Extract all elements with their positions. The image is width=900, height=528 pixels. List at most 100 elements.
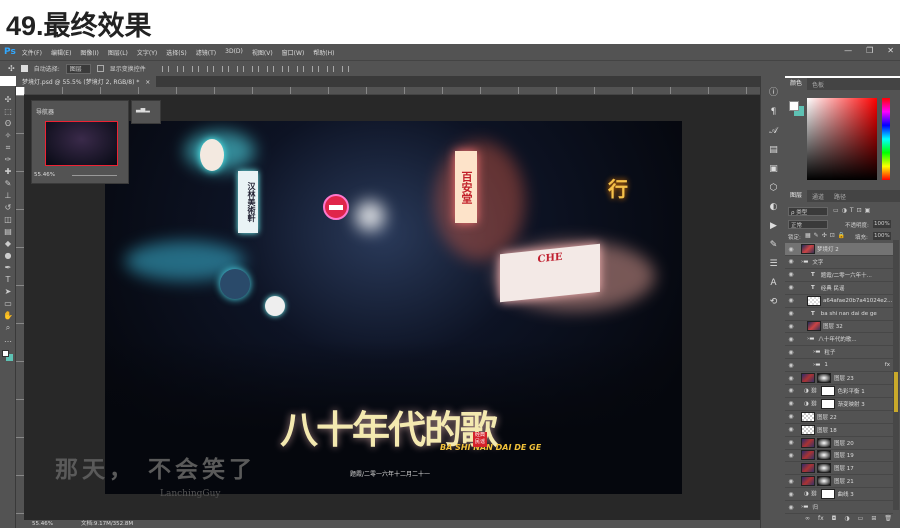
visibility-eye-icon[interactable]: ◉ xyxy=(785,375,797,382)
tab-paths[interactable]: 路径 xyxy=(829,192,851,201)
layer-thumbnail[interactable] xyxy=(807,321,821,332)
folder-icon[interactable]: ›▬ xyxy=(801,504,808,510)
show-transform-checkbox[interactable] xyxy=(96,65,104,72)
fill-input[interactable]: 100% xyxy=(873,232,891,240)
layer-row[interactable]: ◉ 图层 21 xyxy=(785,475,893,489)
minimize-button[interactable]: — xyxy=(844,46,852,55)
visibility-eye-icon[interactable]: ◉ xyxy=(785,362,797,369)
layer-row[interactable]: ◉ Tba shi nan dai de ge xyxy=(785,308,893,321)
visibility-eye-icon[interactable]: ◉ xyxy=(785,297,797,304)
layer-thumbnail[interactable] xyxy=(801,476,815,487)
pen-tool-icon[interactable]: ✒ xyxy=(0,262,16,274)
layer-row[interactable]: ◉ 图层 22 xyxy=(785,411,893,424)
layer-row[interactable]: ◉ 图层 19 xyxy=(785,449,893,463)
status-doc-size[interactable]: 文档:9.17M/352.8M xyxy=(81,520,133,528)
layer-row[interactable]: ◉ a64afae20b7a41024e2... xyxy=(785,295,893,308)
menu-item[interactable]: 编辑(E) xyxy=(51,48,71,57)
visibility-eye-icon[interactable]: ◉ xyxy=(785,271,797,278)
blend-mode-dropdown[interactable]: 正常 xyxy=(788,220,828,229)
layer-mask-thumbnail[interactable] xyxy=(817,476,831,487)
visibility-eye-icon[interactable]: ◉ xyxy=(785,323,797,330)
visibility-eye-icon[interactable]: ◉ xyxy=(785,478,797,485)
visibility-eye-icon[interactable]: ◉ xyxy=(785,284,797,291)
blur-tool-icon[interactable]: ◆ xyxy=(0,238,16,250)
tab-channels[interactable]: 通道 xyxy=(807,192,829,201)
layer-row[interactable]: ◉ T 经典 民谣 xyxy=(785,282,893,295)
healing-tool-icon[interactable]: ✚ xyxy=(0,166,16,178)
fx-icon[interactable]: fx xyxy=(818,515,824,522)
navigator-zoom[interactable]: 55.46% xyxy=(34,172,55,178)
gradient-tool-icon[interactable]: ▤ xyxy=(0,226,16,238)
layer-row[interactable]: ◉ 梦境灯 2 xyxy=(785,243,893,256)
layer-filter-icons[interactable]: ▭◑T⊡▣ xyxy=(833,207,873,214)
history-icon[interactable]: ⟲ xyxy=(761,293,786,312)
layer-mask-thumbnail[interactable] xyxy=(817,437,831,448)
add-mask-icon[interactable]: ◘ xyxy=(832,515,837,522)
hand-tool-icon[interactable]: ✋ xyxy=(0,310,16,322)
move-tool-icon[interactable]: ✣ xyxy=(0,94,16,106)
info-icon[interactable]: ⓘ xyxy=(761,84,786,103)
visibility-eye-icon[interactable]: ◉ xyxy=(785,504,797,511)
menu-item[interactable]: 图像(I) xyxy=(80,48,98,57)
dodge-tool-icon[interactable]: ● xyxy=(0,250,16,262)
menu-item[interactable]: 文字(Y) xyxy=(137,48,157,57)
eraser-tool-icon[interactable]: ◫ xyxy=(0,214,16,226)
auto-select-checkbox[interactable] xyxy=(20,65,28,72)
distribute-top-icon[interactable] xyxy=(251,65,259,72)
close-tab-icon[interactable]: × xyxy=(145,79,150,86)
visibility-eye-icon[interactable]: ◉ xyxy=(785,336,797,343)
history-brush-tool-icon[interactable]: ↺ xyxy=(0,202,16,214)
color-picker-field[interactable] xyxy=(807,98,877,180)
layer-row[interactable]: ◉ ◑ ⛓ 曲线 3 xyxy=(785,488,893,502)
layer-thumbnail[interactable] xyxy=(801,437,815,448)
new-adjustment-icon[interactable]: ◑ xyxy=(844,515,849,522)
paragraph-icon[interactable]: A xyxy=(761,274,786,293)
histogram-icon[interactable]: ▃▅▂ xyxy=(136,106,156,113)
layer-mask-thumbnail[interactable] xyxy=(817,373,831,383)
brush-presets-icon[interactable]: ✎ xyxy=(761,236,786,255)
menu-item[interactable]: 选择(S) xyxy=(166,48,187,57)
more-tool-icon[interactable]: … xyxy=(0,334,16,346)
layer-row[interactable]: ◉ 图层 18 xyxy=(785,424,893,437)
menu-item[interactable]: 滤镜(T) xyxy=(196,48,216,57)
visibility-eye-icon[interactable]: ◉ xyxy=(785,452,797,459)
visibility-eye-icon[interactable]: ◉ xyxy=(785,258,797,265)
layer-row[interactable]: ◉ T 题霞/二零一六年十... xyxy=(785,269,893,282)
layer-row[interactable]: ◉ 图层 23 xyxy=(785,372,893,385)
distribute-vcenter-icon[interactable] xyxy=(266,65,274,72)
shape-tool-icon[interactable]: ▭ xyxy=(0,298,16,310)
menu-item[interactable]: 视图(V) xyxy=(252,48,273,57)
glyphs-icon[interactable]: 𝒜 xyxy=(761,122,786,141)
layer-row[interactable]: ◉ ◑ ⛓ 色彩平衡 1 xyxy=(785,385,893,398)
new-layer-icon[interactable]: ⊞ xyxy=(871,515,876,522)
layer-thumbnail[interactable] xyxy=(801,424,815,435)
menu-item[interactable]: 帮助(H) xyxy=(313,48,334,57)
visibility-eye-icon[interactable]: ◉ xyxy=(785,387,797,394)
scroll-thumb[interactable] xyxy=(894,372,898,412)
marquee-tool-icon[interactable]: ⬚ xyxy=(0,106,16,118)
visibility-eye-icon[interactable]: ◉ xyxy=(785,246,797,253)
align-hcenter-icon[interactable] xyxy=(221,65,229,72)
crop-tool-icon[interactable]: ⌗ xyxy=(0,142,16,154)
align-vcenter-icon[interactable] xyxy=(176,65,184,72)
visibility-eye-icon[interactable]: ◉ xyxy=(785,349,797,356)
close-button[interactable]: ✕ xyxy=(887,46,894,55)
magic-wand-tool-icon[interactable]: ✧ xyxy=(0,130,16,142)
fx-icon[interactable]: fx xyxy=(885,362,890,368)
layer-mask-thumbnail[interactable] xyxy=(817,450,831,461)
layer-thumbnail[interactable] xyxy=(801,373,815,383)
visibility-eye-icon[interactable]: ◉ xyxy=(785,310,797,317)
properties-icon[interactable]: ▤ xyxy=(761,141,786,160)
delete-layer-icon[interactable]: 🗑 xyxy=(884,515,892,522)
eyedropper-tool-icon[interactable]: ✑ xyxy=(0,154,16,166)
new-group-icon[interactable]: ▭ xyxy=(858,515,864,522)
link-layers-icon[interactable]: ∞ xyxy=(805,515,810,522)
layer-row[interactable]: ◉ ›▬ 文字 xyxy=(785,256,893,269)
menu-item[interactable]: 文件(F) xyxy=(22,48,42,57)
tab-layers[interactable]: 图层 xyxy=(785,190,808,202)
auto-align-icon[interactable] xyxy=(341,65,349,72)
tab-swatches[interactable]: 色板 xyxy=(807,80,829,89)
menu-item[interactable]: 3D(D) xyxy=(225,48,243,57)
navigator-preview[interactable] xyxy=(45,121,118,166)
brush-tool-icon[interactable]: ✎ xyxy=(0,178,16,190)
